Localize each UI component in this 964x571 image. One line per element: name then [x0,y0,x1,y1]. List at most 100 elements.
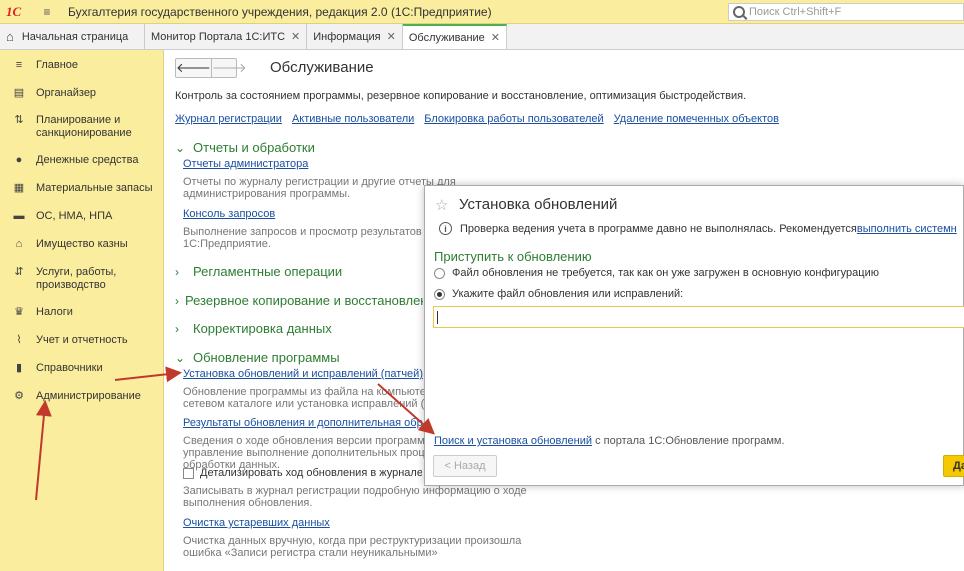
sidebar-item-services[interactable]: ⇵ Услуги, работы, производство [0,266,150,292]
update-file-input[interactable] [433,306,964,328]
page-title: Обслуживание [270,59,374,76]
sidebar-item-inventory[interactable]: ▦ Материальные запасы [0,182,159,195]
section-reglament[interactable]: › Регламентные операции [175,264,342,279]
book-icon: ▮ [15,362,23,374]
radio-no-file[interactable]: Файл обновления не требуется, так как он… [434,267,879,279]
tab-its-monitor[interactable]: Монитор Портала 1С:ИТС ✕ [145,24,308,49]
sidebar-item-label: Учет и отчетность [36,334,128,346]
sidebar-item-label: Услуги, работы, производство [36,266,117,291]
section-update[interactable]: ⌄ Обновление программы [175,350,340,365]
checkbox[interactable] [183,467,194,479]
dialog-title: Установка обновлений [459,196,618,213]
dialog-footer: Поиск и установка обновлений с портала 1… [434,435,785,447]
sidebar-item-treasury[interactable]: ⌂ Имущество казны [0,238,134,251]
link-install-updates[interactable]: Установка обновлений и исправлений (патч… [183,368,423,380]
info-icon: i [439,222,452,235]
footer-text: с портала 1С:Обновление программ. [592,435,785,447]
radio-label: Укажите файл обновления или исправлений: [452,288,684,300]
link-query-console[interactable]: Консоль запросов [183,208,275,220]
app-logo[interactable]: 1С [6,2,34,22]
chevron-right-icon: › [175,321,179,336]
sidebar-item-label: Справочники [36,362,103,374]
close-icon[interactable]: ✕ [291,30,300,43]
tab-maintenance[interactable]: Обслуживание ✕ [402,24,508,49]
dialog-section-title: Приступить к обновлению [434,249,592,264]
sidebar: ≡ Главное ▤ Органайзер ⇅ Планирование и … [0,50,164,571]
truck-icon: ▬ [13,210,25,222]
link-update-results[interactable]: Результаты обновления и дополнительная о… [183,417,423,429]
link-active-users[interactable]: Активные пользователи [292,113,414,125]
sidebar-item-administration[interactable]: ⚙ Администрирование [0,390,147,403]
planning-icon: ⇅ [14,114,24,126]
next-button[interactable]: Да [943,455,964,477]
radio-button[interactable] [434,288,445,300]
home-icon: ⌂ [6,29,14,44]
desc-detail-log: Записывать в журнал регистрации подробну… [183,485,527,509]
info-text: Проверка ведения учета в программе давно… [460,222,857,235]
search-input[interactable]: Поиск Ctrl+Shift+F [728,3,964,21]
search-placeholder: Поиск Ctrl+Shift+F [749,6,842,18]
checkbox-label: Детализировать ход обновления в журнале … [200,467,422,479]
star-icon[interactable]: ☆ [435,196,448,214]
link-block-users[interactable]: Блокировка работы пользователей [424,113,603,125]
calendar-icon: ▤ [13,87,25,99]
sidebar-item-label: ОС, НМА, НПА [36,210,113,222]
chevron-right-icon: › [175,264,179,279]
tab-label: Информация [313,30,381,43]
chevron-down-icon: ⌄ [175,350,186,365]
link-search-updates[interactable]: Поиск и установка обновлений [434,435,592,447]
link-clean-old-data[interactable]: Очистка устаревших данных [183,517,330,529]
sidebar-item-label: Главное [36,59,79,71]
radio-button[interactable] [434,267,445,279]
back-button[interactable]: < Назад [433,455,497,477]
link-delete-marked[interactable]: Удаление помеченных объектов [614,113,779,125]
text-caret [437,311,438,324]
boxes-icon: ▦ [13,182,25,194]
section-title: Отчеты и обработки [193,140,315,155]
link-event-log[interactable]: Журнал регистрации [175,113,282,125]
sidebar-item-catalogs[interactable]: ▮ Справочники [0,362,109,375]
page-description: Контроль за состоянием программы, резерв… [175,90,747,102]
link-admin-reports[interactable]: Отчеты администратора [183,158,308,170]
section-title: Резервное копирование и восстановление [185,293,423,308]
sidebar-item-label: Органайзер [36,87,97,99]
section-title: Обновление программы [193,350,340,365]
quick-links: Журнал регистрации Активные пользователи… [175,113,779,125]
sidebar-item-cash[interactable]: ● Денежные средства [0,154,144,167]
nav-buttons: 🡐 🡒 [175,58,247,78]
forward-button[interactable]: 🡒 [212,59,247,77]
back-button[interactable]: 🡐 [176,59,212,77]
services-icon: ⇵ [14,266,24,278]
sidebar-item-label: Имущество казны [36,238,128,250]
sidebar-item-label: Налоги [36,306,73,318]
close-icon[interactable]: ✕ [491,31,500,44]
section-correction[interactable]: › Корректировка данных [175,321,332,336]
section-title: Регламентные операции [193,264,343,279]
tab-information[interactable]: Информация ✕ [307,24,403,49]
radio-specify-file[interactable]: Укажите файл обновления или исправлений: [434,288,683,300]
detail-log-checkbox[interactable]: Детализировать ход обновления в журнале … [183,467,422,479]
sidebar-item-main[interactable]: ≡ Главное [0,59,84,72]
bank-icon: ⌂ [15,238,23,250]
gear-icon: ⚙ [14,390,24,402]
section-title: Корректировка данных [193,321,332,336]
desc-clean-old-data: Очистка данных вручную, когда при рестру… [183,535,522,559]
sidebar-item-reporting[interactable]: ⌇ Учет и отчетность [0,334,134,347]
dialog-info: i Проверка ведения учета в программе дав… [439,222,957,235]
chart-icon: ⌇ [16,334,22,346]
coin-icon: ● [15,154,23,166]
menu-icon[interactable]: ≡ [40,5,54,19]
sidebar-item-taxes[interactable]: ♛ Налоги [0,306,79,319]
radio-label: Файл обновления не требуется, так как он… [452,267,879,279]
close-icon[interactable]: ✕ [387,30,396,43]
crown-icon: ♛ [14,306,24,318]
sidebar-item-planning[interactable]: ⇅ Планирование и санкционирование [0,114,150,140]
sidebar-item-fixed-assets[interactable]: ▬ ОС, НМА, НПА [0,210,118,223]
tab-home[interactable]: ⌂ Начальная страница [0,24,145,49]
sidebar-item-organizer[interactable]: ▤ Органайзер [0,87,102,100]
section-reports[interactable]: ⌄ Отчеты и обработки [175,140,315,155]
link-run-check[interactable]: выполнить системн [857,223,957,235]
sidebar-item-label: Денежные средства [36,154,139,166]
section-backup[interactable]: › Резервное копирование и восстановление [175,293,423,308]
window-title: Бухгалтерия государственного учреждения,… [68,4,492,19]
